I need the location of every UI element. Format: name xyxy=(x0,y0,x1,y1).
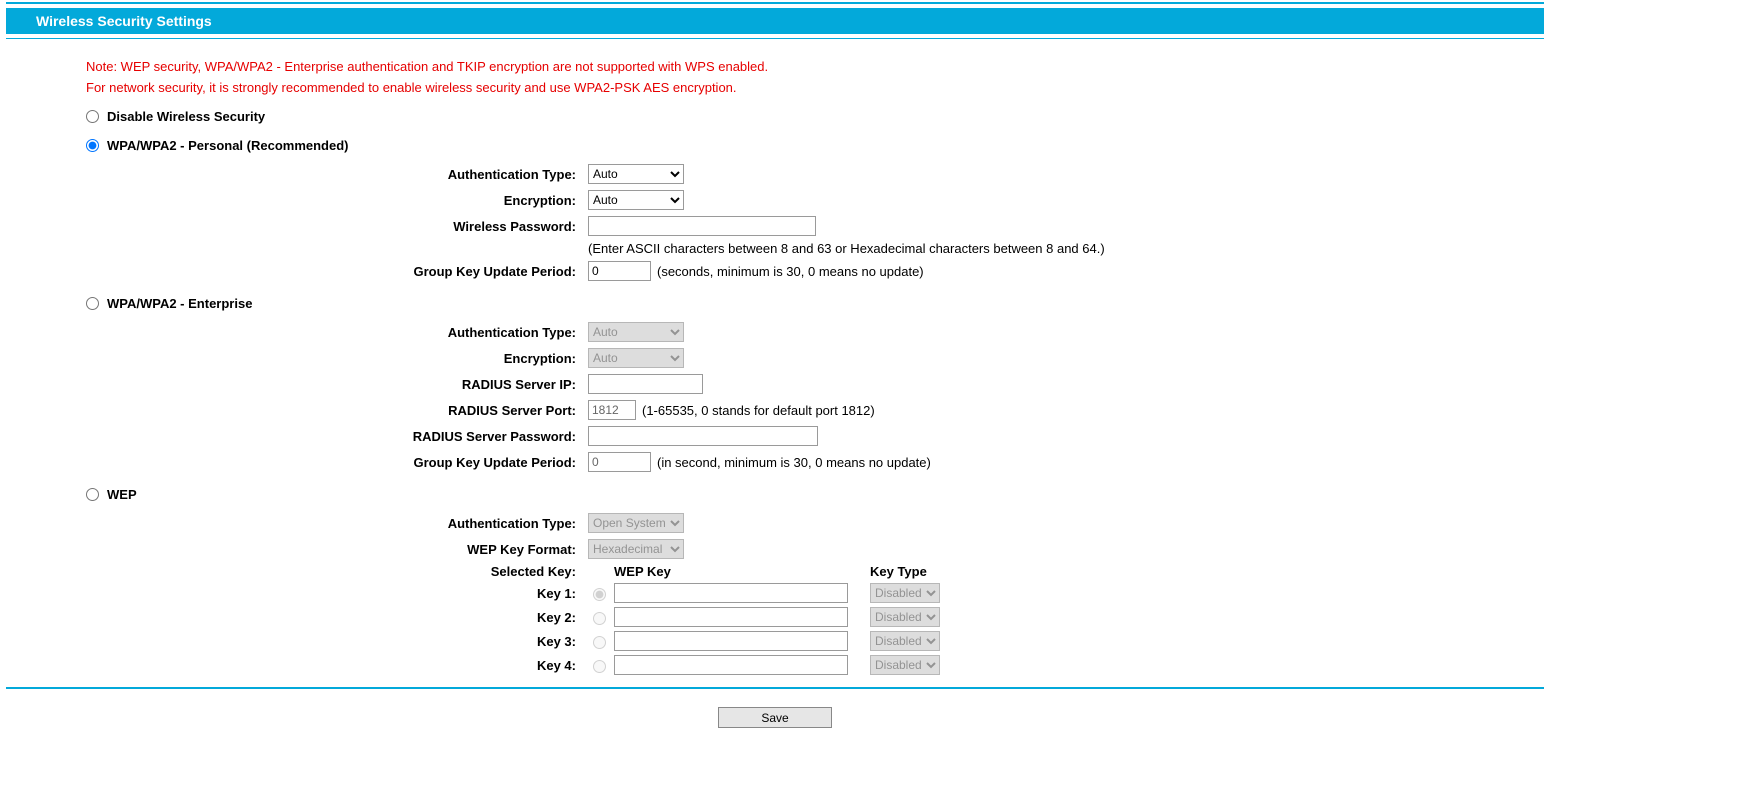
note-line-2: For network security, it is strongly rec… xyxy=(86,80,1550,95)
radio-wep-key-3[interactable] xyxy=(593,636,606,649)
page-title: Wireless Security Settings xyxy=(6,8,1544,34)
radio-wep[interactable] xyxy=(86,488,99,501)
input-radius-ip[interactable] xyxy=(588,374,703,394)
input-wep-key-1[interactable] xyxy=(614,583,848,603)
input-radius-port[interactable] xyxy=(588,400,636,420)
input-wireless-password[interactable] xyxy=(588,216,816,236)
input-wep-key-2[interactable] xyxy=(614,607,848,627)
wep-key-row-3: Key 3: Disabled xyxy=(86,631,1550,651)
radio-wep-key-2[interactable] xyxy=(593,612,606,625)
radio-wpa-personal[interactable] xyxy=(86,139,99,152)
select-ent-auth[interactable]: Auto xyxy=(588,322,684,342)
radio-disable-security[interactable] xyxy=(86,110,99,123)
hint-ent-groupkey: (in second, minimum is 30, 0 means no up… xyxy=(657,455,931,470)
label-wep-key-format: WEP Key Format: xyxy=(86,542,588,557)
col-header-wep-key: WEP Key xyxy=(614,564,870,579)
radio-wep-key-1[interactable] xyxy=(593,588,606,601)
wep-key-row-4: Key 4: Disabled xyxy=(86,655,1550,675)
select-wep-key-format[interactable]: Hexadecimal xyxy=(588,539,684,559)
radio-wpa-enterprise[interactable] xyxy=(86,297,99,310)
content-area: Note: WEP security, WPA/WPA2 - Enterpris… xyxy=(0,39,1550,675)
input-ent-groupkey[interactable] xyxy=(588,452,651,472)
hint-password: (Enter ASCII characters between 8 and 63… xyxy=(588,241,1105,256)
label-key4: Key 4: xyxy=(86,658,588,673)
select-personal-auth[interactable]: Auto xyxy=(588,164,684,184)
label-ent-auth: Authentication Type: xyxy=(86,325,588,340)
select-personal-encryption[interactable]: Auto xyxy=(588,190,684,210)
select-ent-encryption[interactable]: Auto xyxy=(588,348,684,368)
select-wep-keytype-3[interactable]: Disabled xyxy=(870,631,940,651)
input-radius-password[interactable] xyxy=(588,426,818,446)
hint-personal-groupkey: (seconds, minimum is 30, 0 means no upda… xyxy=(657,264,924,279)
select-wep-keytype-2[interactable]: Disabled xyxy=(870,607,940,627)
label-wireless-password: Wireless Password: xyxy=(86,219,588,234)
select-wep-auth[interactable]: Open System xyxy=(588,513,684,533)
input-personal-groupkey[interactable] xyxy=(588,261,651,281)
label-personal-groupkey: Group Key Update Period: xyxy=(86,264,588,279)
label-key1: Key 1: xyxy=(86,586,588,601)
radio-wep-key-4[interactable] xyxy=(593,660,606,673)
label-ent-encryption: Encryption: xyxy=(86,351,588,366)
label-disable-security: Disable Wireless Security xyxy=(107,109,265,124)
label-ent-groupkey: Group Key Update Period: xyxy=(86,455,588,470)
top-rule xyxy=(6,2,1544,4)
label-selected-key: Selected Key: xyxy=(86,564,588,579)
label-radius-password: RADIUS Server Password: xyxy=(86,429,588,444)
select-wep-keytype-4[interactable]: Disabled xyxy=(870,655,940,675)
label-key2: Key 2: xyxy=(86,610,588,625)
save-button[interactable]: Save xyxy=(718,707,832,728)
label-radius-port: RADIUS Server Port: xyxy=(86,403,588,418)
label-radius-ip: RADIUS Server IP: xyxy=(86,377,588,392)
label-wpa-enterprise: WPA/WPA2 - Enterprise xyxy=(107,296,252,311)
col-header-key-type: Key Type xyxy=(870,564,950,579)
select-wep-keytype-1[interactable]: Disabled xyxy=(870,583,940,603)
label-wep: WEP xyxy=(107,487,137,502)
label-personal-encryption: Encryption: xyxy=(86,193,588,208)
note-line-1: Note: WEP security, WPA/WPA2 - Enterpris… xyxy=(86,59,1550,74)
label-wep-auth: Authentication Type: xyxy=(86,516,588,531)
bottom-rule xyxy=(6,687,1544,689)
hint-radius-port: (1-65535, 0 stands for default port 1812… xyxy=(642,403,875,418)
label-personal-auth: Authentication Type: xyxy=(86,167,588,182)
wep-key-row-2: Key 2: Disabled xyxy=(86,607,1550,627)
wep-key-row-1: Key 1: Disabled xyxy=(86,583,1550,603)
input-wep-key-3[interactable] xyxy=(614,631,848,651)
label-key3: Key 3: xyxy=(86,634,588,649)
input-wep-key-4[interactable] xyxy=(614,655,848,675)
label-wpa-personal: WPA/WPA2 - Personal (Recommended) xyxy=(107,138,349,153)
